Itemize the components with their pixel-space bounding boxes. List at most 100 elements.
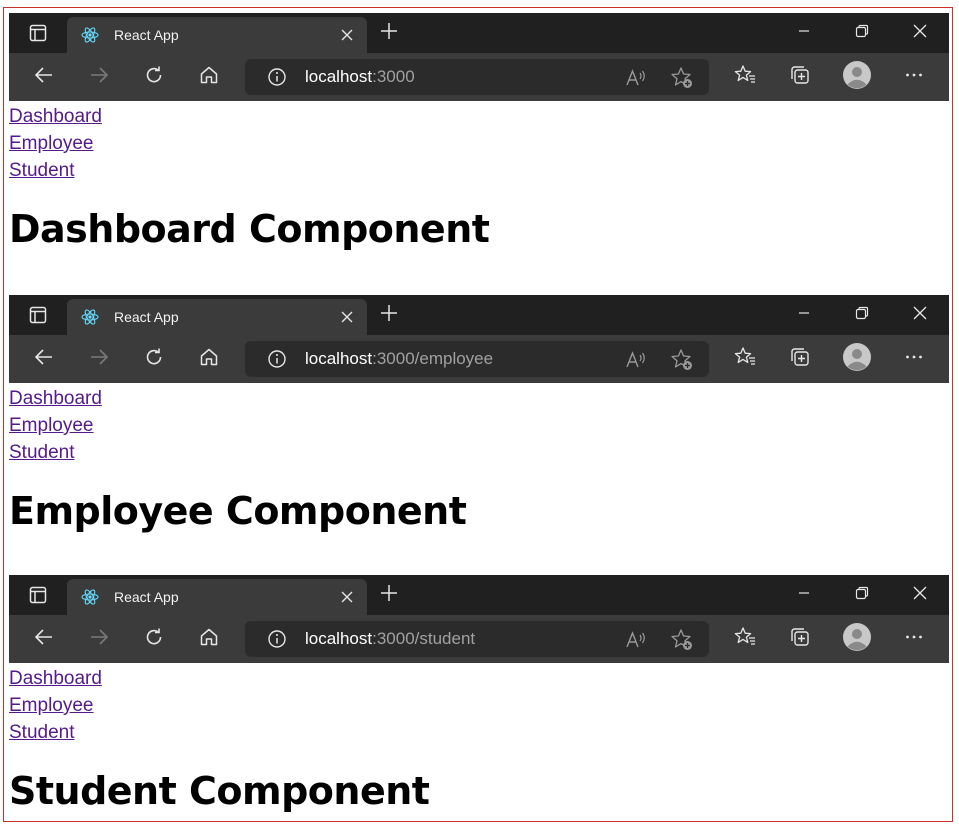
forward-arrow-icon	[89, 347, 109, 372]
profile-button[interactable]	[843, 60, 871, 91]
collections-icon	[789, 64, 811, 91]
favorites-icon	[734, 346, 756, 373]
address-bar[interactable]: localhost:3000/employee	[245, 341, 709, 377]
add-favorite-icon[interactable]	[670, 628, 694, 652]
window-close-button[interactable]	[891, 295, 949, 335]
favorites-icon	[734, 64, 756, 91]
back-arrow-icon	[34, 347, 54, 372]
nav-links: Dashboard Employee Student	[9, 665, 949, 746]
url-host: localhost	[305, 67, 373, 86]
new-tab-button[interactable]	[377, 583, 401, 607]
collections-button[interactable]	[786, 63, 814, 91]
window-close-button[interactable]	[891, 13, 949, 53]
nav-link-student[interactable]: Student	[9, 439, 75, 466]
home-button[interactable]	[195, 345, 223, 373]
back-button[interactable]	[30, 345, 58, 373]
read-aloud-icon[interactable]	[625, 629, 647, 651]
tab-title: React App	[114, 309, 179, 325]
tab-strip: React App	[9, 13, 949, 53]
restore-button[interactable]	[833, 13, 891, 53]
nav-link-dashboard[interactable]: Dashboard	[9, 665, 102, 692]
favorites-button[interactable]	[731, 63, 759, 91]
nav-link-employee[interactable]: Employee	[9, 130, 94, 157]
profile-button[interactable]	[843, 342, 871, 376]
react-logo-icon	[81, 588, 99, 606]
home-button[interactable]	[195, 63, 223, 91]
nav-links: Dashboard Employee Student	[9, 385, 949, 466]
window-close-icon	[913, 306, 927, 325]
forward-button[interactable]	[85, 63, 113, 91]
more-button[interactable]	[900, 63, 928, 91]
minimize-button[interactable]	[775, 575, 833, 615]
forward-button[interactable]	[85, 625, 113, 653]
profile-button[interactable]	[843, 622, 871, 653]
address-bar[interactable]: localhost:3000/student	[245, 621, 709, 657]
minimize-icon	[798, 586, 810, 604]
read-aloud-icon[interactable]	[625, 67, 647, 89]
more-button[interactable]	[900, 345, 928, 373]
page-content: Dashboard Employee Student Dashboard Com…	[9, 101, 949, 251]
restore-icon	[855, 306, 869, 325]
page-content: Dashboard Employee Student Student Compo…	[9, 663, 949, 813]
tab-react-app[interactable]: React App	[67, 579, 367, 615]
plus-icon	[380, 22, 398, 45]
profile-avatar-icon	[843, 342, 871, 376]
home-icon	[199, 627, 219, 652]
minimize-icon	[798, 306, 810, 324]
collections-button[interactable]	[786, 345, 814, 373]
browser-toolbar: localhost:3000/employee	[9, 335, 949, 383]
info-icon[interactable]	[267, 629, 287, 649]
tab-title: React App	[114, 589, 179, 605]
close-icon[interactable]	[337, 587, 357, 607]
tab-strip: React App	[9, 295, 949, 335]
read-aloud-icon[interactable]	[625, 349, 647, 371]
back-button[interactable]	[30, 625, 58, 653]
window-close-button[interactable]	[891, 575, 949, 615]
new-tab-button[interactable]	[377, 303, 401, 327]
more-button[interactable]	[900, 625, 928, 653]
collections-icon	[789, 346, 811, 373]
tab-react-app[interactable]: React App	[67, 17, 367, 53]
favorites-button[interactable]	[731, 345, 759, 373]
tab-actions-icon[interactable]	[9, 13, 67, 53]
tab-actions-icon[interactable]	[9, 295, 67, 335]
close-icon[interactable]	[337, 307, 357, 327]
info-icon[interactable]	[267, 349, 287, 369]
minimize-button[interactable]	[775, 13, 833, 53]
nav-link-employee[interactable]: Employee	[9, 412, 94, 439]
address-bar[interactable]: localhost:3000	[245, 59, 709, 95]
close-icon[interactable]	[337, 25, 357, 45]
refresh-icon	[144, 627, 164, 652]
nav-link-employee[interactable]: Employee	[9, 692, 94, 719]
browser-panel-dashboard: React App localhost:3000 Dashboard Emplo…	[9, 13, 949, 251]
page-heading: Dashboard Component	[9, 207, 490, 251]
favorites-button[interactable]	[731, 625, 759, 653]
home-button[interactable]	[195, 625, 223, 653]
refresh-button[interactable]	[140, 345, 168, 373]
nav-link-student[interactable]: Student	[9, 157, 75, 184]
minimize-button[interactable]	[775, 295, 833, 335]
more-icon	[904, 347, 924, 372]
nav-link-student[interactable]: Student	[9, 719, 75, 746]
forward-button[interactable]	[85, 345, 113, 373]
add-favorite-icon[interactable]	[670, 66, 694, 90]
refresh-icon	[144, 347, 164, 372]
new-tab-button[interactable]	[377, 21, 401, 45]
info-icon[interactable]	[267, 67, 287, 87]
tab-actions-icon[interactable]	[9, 575, 67, 615]
refresh-button[interactable]	[140, 63, 168, 91]
tab-react-app[interactable]: React App	[67, 299, 367, 335]
nav-link-dashboard[interactable]: Dashboard	[9, 385, 102, 412]
nav-link-dashboard[interactable]: Dashboard	[9, 103, 102, 130]
url-text: localhost:3000	[305, 68, 415, 86]
add-favorite-icon[interactable]	[670, 348, 694, 372]
collections-button[interactable]	[786, 625, 814, 653]
restore-button[interactable]	[833, 295, 891, 335]
restore-button[interactable]	[833, 575, 891, 615]
page-content: Dashboard Employee Student Employee Comp…	[9, 383, 949, 533]
url-path: :3000	[372, 67, 415, 86]
back-button[interactable]	[30, 63, 58, 91]
browser-panel-employee: React App localhost:3000/employee Dashbo…	[9, 295, 949, 533]
refresh-button[interactable]	[140, 625, 168, 653]
browser-panel-student: React App localhost:3000/student Dashboa…	[9, 575, 949, 813]
